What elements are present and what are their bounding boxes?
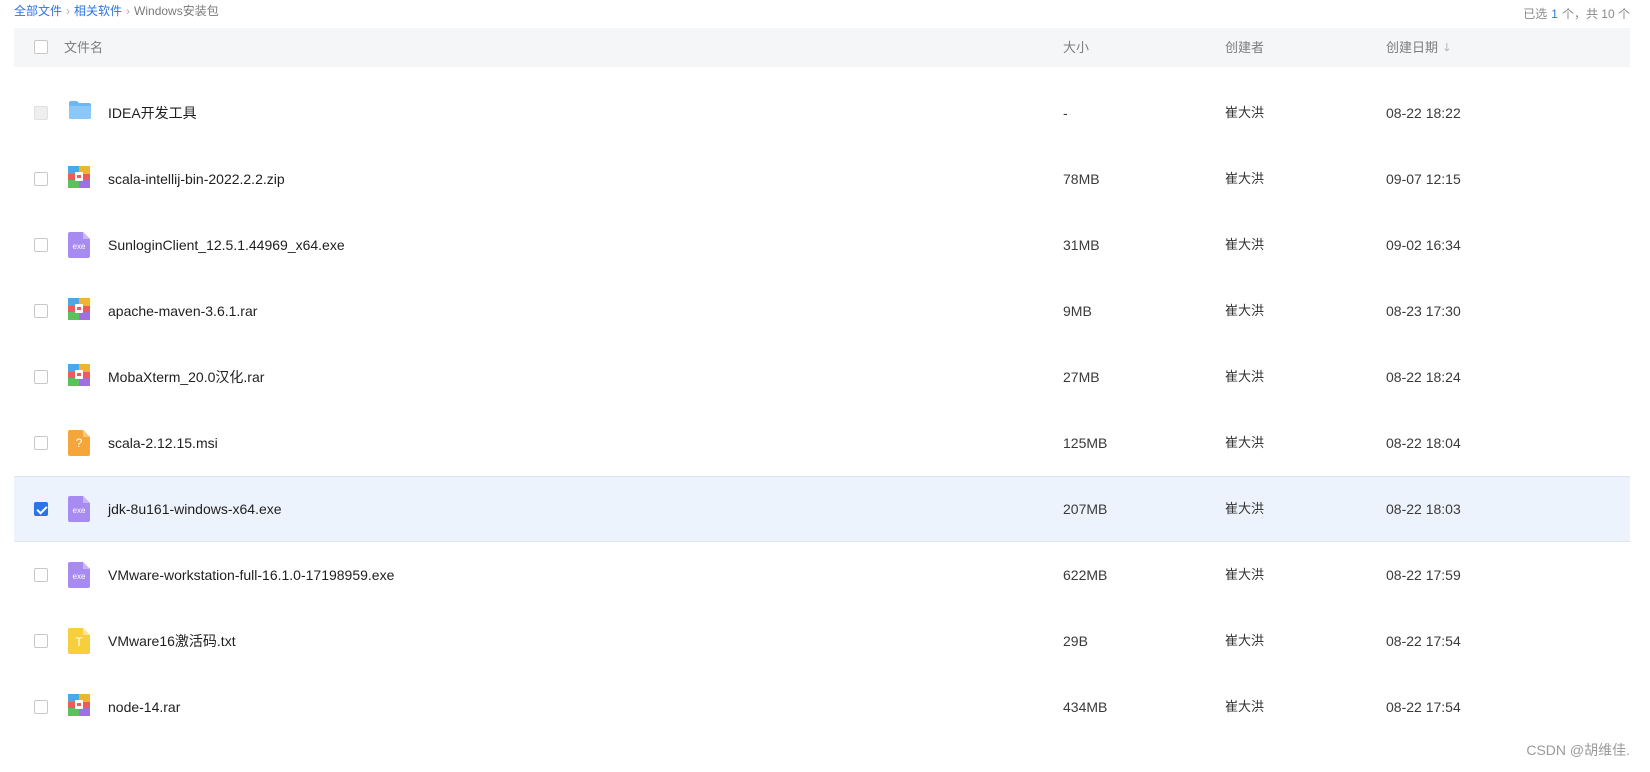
text-file-icon: T — [68, 628, 92, 654]
file-date: 08-23 17:30 — [1386, 303, 1461, 319]
top-bar: 全部文件 › 相关软件 › Windows安装包 已选 1 个，共 10 个 — [14, 0, 1630, 24]
svg-text:exe: exe — [73, 242, 86, 251]
table-row[interactable]: exe jdk-8u161-windows-x64.exe 207MB 崔大洪 08-2… — [14, 476, 1630, 542]
header-size[interactable]: 大小 — [1063, 40, 1089, 55]
file-date: 08-22 17:54 — [1386, 699, 1461, 715]
selection-prefix: 已选 — [1523, 7, 1548, 21]
file-name-link[interactable]: IDEA开发工具 — [108, 104, 197, 122]
table-header: 文件名 大小 创建者 创建日期 🡓 — [14, 28, 1630, 67]
watermark: CSDN @胡维佳. — [1526, 742, 1630, 758]
table-row[interactable]: node-14.rar 434MB 崔大洪 08-22 17:54 — [14, 674, 1630, 740]
breadcrumb-all-files[interactable]: 全部文件 — [14, 0, 62, 22]
selection-info: 已选 1 个，共 10 个 — [1523, 3, 1630, 25]
archive-icon — [68, 694, 92, 720]
select-all-checkbox[interactable] — [34, 40, 48, 54]
file-date: 09-07 12:15 — [1386, 171, 1461, 187]
chevron-right-icon: › — [66, 4, 71, 18]
file-date: 08-22 18:03 — [1386, 501, 1461, 517]
table-row[interactable]: ? scala-2.12.15.msi 125MB 崔大洪 08-22 18:04 — [14, 410, 1630, 476]
file-creator: 崔大洪 — [1225, 633, 1265, 648]
file-size: 125MB — [1063, 435, 1108, 451]
file-name-link[interactable]: scala-intellij-bin-2022.2.2.zip — [108, 170, 285, 188]
file-name-link[interactable]: SunloginClient_12.5.1.44969_x64.exe — [108, 236, 345, 254]
row-checkbox[interactable] — [34, 634, 48, 648]
file-creator: 崔大洪 — [1225, 237, 1265, 252]
file-size: - — [1063, 105, 1068, 121]
file-size: 78MB — [1063, 171, 1100, 187]
row-checkbox[interactable] — [34, 436, 48, 450]
file-name-link[interactable]: node-14.rar — [108, 698, 180, 716]
selection-suffix: 个，共 10 个 — [1561, 7, 1630, 21]
row-checkbox[interactable] — [34, 238, 48, 252]
row-checkbox[interactable] — [34, 568, 48, 582]
file-creator: 崔大洪 — [1225, 105, 1265, 120]
file-list-page: 全部文件 › 相关软件 › Windows安装包 已选 1 个，共 10 个 文件名… — [0, 0, 1650, 772]
exe-icon: exe — [68, 232, 92, 258]
file-size: 27MB — [1063, 369, 1100, 385]
table-row[interactable]: apache-maven-3.6.1.rar 9MB 崔大洪 08-23 17:30 — [14, 278, 1630, 344]
row-checkbox[interactable] — [34, 304, 48, 318]
file-date: 08-22 17:54 — [1386, 633, 1461, 649]
table-row[interactable]: scala-intellij-bin-2022.2.2.zip 78MB 崔大洪 09… — [14, 146, 1630, 212]
row-checkbox[interactable] — [34, 172, 48, 186]
file-name-link[interactable]: scala-2.12.15.msi — [108, 434, 218, 452]
file-table-body: IDEA开发工具 - 崔大洪 08-22 18:22 scala-intellij-bi… — [14, 80, 1630, 740]
file-size: 434MB — [1063, 699, 1108, 715]
header-name[interactable]: 文件名 — [64, 40, 103, 55]
file-date: 08-22 18:22 — [1386, 105, 1461, 121]
table-row[interactable]: MobaXterm_20.0汉化.rar 27MB 崔大洪 08-22 18:24 — [14, 344, 1630, 410]
breadcrumb-related-software[interactable]: 相关软件 — [74, 0, 122, 22]
file-creator: 崔大洪 — [1225, 435, 1265, 450]
file-creator: 崔大洪 — [1225, 303, 1265, 318]
svg-text:exe: exe — [73, 506, 86, 515]
row-checkbox[interactable] — [34, 370, 48, 384]
breadcrumb: 全部文件 › 相关软件 › Windows安装包 — [14, 0, 219, 22]
unknown-file-icon: ? — [68, 430, 92, 456]
header-creator[interactable]: 创建者 — [1225, 40, 1264, 55]
svg-text:exe: exe — [73, 572, 86, 581]
file-size: 207MB — [1063, 501, 1108, 517]
breadcrumb-current: Windows安装包 — [134, 4, 219, 18]
exe-icon: exe — [68, 562, 92, 588]
file-creator: 崔大洪 — [1225, 567, 1265, 582]
file-date: 08-22 17:59 — [1386, 567, 1461, 583]
folder-icon — [68, 100, 92, 126]
file-date: 08-22 18:24 — [1386, 369, 1461, 385]
file-name-link[interactable]: apache-maven-3.6.1.rar — [108, 302, 257, 320]
file-name-link[interactable]: VMware16激活码.txt — [108, 632, 236, 650]
file-size: 9MB — [1063, 303, 1092, 319]
file-size: 29B — [1063, 633, 1088, 649]
file-name-link[interactable]: MobaXterm_20.0汉化.rar — [108, 368, 264, 386]
file-size: 31MB — [1063, 237, 1100, 253]
file-creator: 崔大洪 — [1225, 171, 1265, 186]
file-creator: 崔大洪 — [1225, 699, 1265, 714]
file-name-link[interactable]: jdk-8u161-windows-x64.exe — [108, 500, 282, 518]
selection-count: 1 — [1551, 7, 1558, 21]
table-row[interactable]: exe VMware-workstation-full-16.1.0-171989… — [14, 542, 1630, 608]
header-date[interactable]: 创建日期 🡓 — [1386, 40, 1450, 56]
file-date: 09-02 16:34 — [1386, 237, 1461, 253]
header-date-label: 创建日期 — [1386, 40, 1439, 55]
table-row[interactable]: T VMware16激活码.txt 29B 崔大洪 08-22 17:54 — [14, 608, 1630, 674]
archive-icon — [68, 166, 92, 192]
row-checkbox[interactable] — [34, 502, 48, 516]
file-size: 622MB — [1063, 567, 1108, 583]
chevron-right-icon: › — [126, 4, 131, 18]
sort-down-icon[interactable]: 🡓 — [1444, 41, 1450, 56]
file-creator: 崔大洪 — [1225, 369, 1265, 384]
exe-icon: exe — [68, 496, 92, 522]
archive-icon — [68, 364, 92, 390]
file-name-link[interactable]: VMware-workstation-full-16.1.0-17198959.… — [108, 566, 394, 584]
file-creator: 崔大洪 — [1225, 501, 1265, 516]
table-row[interactable]: exe SunloginClient_12.5.1.44969_x64.exe 31… — [14, 212, 1630, 278]
table-row[interactable]: IDEA开发工具 - 崔大洪 08-22 18:22 — [14, 80, 1630, 146]
file-date: 08-22 18:04 — [1386, 435, 1461, 451]
archive-icon — [68, 298, 92, 324]
row-checkbox — [34, 106, 48, 120]
row-checkbox[interactable] — [34, 700, 48, 714]
svg-text:T: T — [75, 635, 83, 649]
svg-text:?: ? — [76, 436, 83, 450]
